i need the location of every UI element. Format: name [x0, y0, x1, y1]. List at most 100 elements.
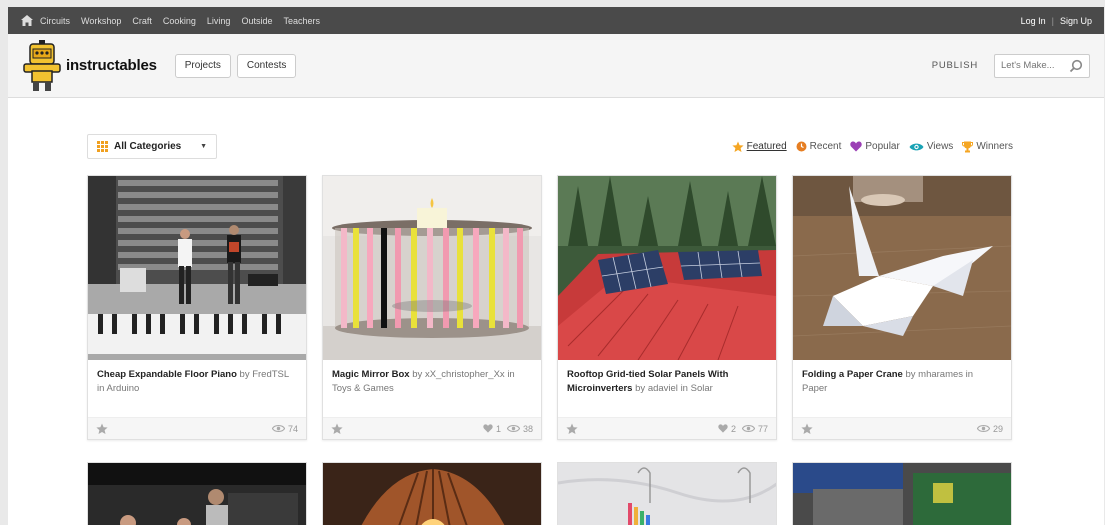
by-label: by — [412, 369, 423, 380]
project-category[interactable]: Arduino — [107, 383, 140, 394]
trophy-icon — [962, 141, 974, 152]
category-label: All Categories — [114, 141, 182, 152]
project-thumbnail[interactable] — [88, 463, 307, 525]
home-icon[interactable] — [20, 14, 34, 28]
project-thumbnail[interactable] — [793, 176, 1011, 360]
project-card[interactable] — [792, 462, 1012, 525]
project-thumbnail[interactable] — [793, 463, 1012, 525]
in-label: in — [965, 369, 974, 380]
project-author[interactable]: xX_christopher_Xx — [425, 369, 505, 380]
nav-teachers[interactable]: Teachers — [283, 16, 320, 26]
project-info: Cheap Expandable Floor Piano by FredTSL … — [88, 360, 306, 419]
heart-icon — [483, 424, 493, 433]
search-input[interactable] — [1001, 60, 1065, 71]
nav-cooking[interactable]: Cooking — [163, 16, 196, 26]
nav-outside[interactable]: Outside — [241, 16, 272, 26]
publish-link[interactable]: PUBLISH — [932, 60, 978, 71]
filter-bar: All Categories ▼ Featured Recent Popular… — [87, 134, 1013, 159]
eye-icon — [909, 143, 924, 150]
views-stat: 29 — [976, 424, 1003, 434]
heart-icon — [850, 141, 863, 152]
project-stats: 1 38 — [483, 424, 533, 434]
sort-views[interactable]: Views — [909, 141, 953, 152]
project-footer: 29 — [793, 417, 1011, 439]
project-card[interactable]: Cheap Expandable Floor Piano by FredTSL … — [87, 175, 307, 440]
sort-label: Recent — [809, 141, 842, 152]
likes-count: 2 — [730, 423, 736, 434]
project-thumbnail[interactable] — [88, 176, 306, 360]
eye-icon — [976, 425, 990, 432]
project-author[interactable]: adaviel — [648, 383, 678, 394]
nav-living[interactable]: Living — [207, 16, 231, 26]
sort-featured[interactable]: Featured — [732, 141, 787, 153]
page-frame: Circuits Workshop Craft Cooking Living O… — [8, 7, 1104, 525]
project-title[interactable]: Folding a Paper Crane — [802, 369, 903, 380]
star-icon — [732, 141, 744, 152]
project-title[interactable]: Cheap Expandable Floor Piano — [97, 369, 237, 380]
project-info: Rooftop Grid-tied Solar Panels With Micr… — [558, 360, 776, 419]
project-card[interactable]: Rooftop Grid-tied Solar Panels With Micr… — [557, 175, 777, 440]
views-count: 74 — [287, 423, 298, 434]
by-label: by — [905, 369, 916, 380]
eye-icon — [506, 425, 520, 432]
project-thumbnail[interactable] — [558, 463, 777, 525]
views-count: 77 — [757, 423, 768, 434]
contests-button[interactable]: Contests — [236, 53, 297, 78]
clock-icon — [796, 141, 807, 152]
project-author[interactable]: mharames — [918, 369, 963, 380]
nav-workshop[interactable]: Workshop — [81, 16, 121, 26]
project-thumbnail[interactable] — [323, 463, 542, 525]
nav-craft[interactable]: Craft — [132, 16, 152, 26]
search-icon[interactable] — [1069, 59, 1083, 73]
project-card[interactable]: Folding a Paper Crane by mharames in Pap… — [792, 175, 1012, 440]
signup-link[interactable]: Sign Up — [1060, 16, 1092, 26]
category-dropdown[interactable]: All Categories ▼ — [87, 134, 217, 159]
project-card[interactable] — [557, 462, 777, 525]
caret-down-icon: ▼ — [200, 143, 207, 150]
project-thumbnail[interactable] — [323, 176, 541, 360]
eye-icon — [741, 425, 755, 432]
heart-icon — [718, 424, 728, 433]
project-thumbnail[interactable] — [558, 176, 776, 360]
projects-button[interactable]: Projects — [174, 53, 231, 78]
project-category[interactable]: Paper — [802, 383, 827, 394]
search-box — [994, 53, 1090, 78]
site-brand[interactable]: instructables — [66, 57, 157, 74]
grid-icon — [97, 141, 108, 152]
project-info: Folding a Paper Crane by mharames in Pap… — [793, 360, 1011, 419]
project-stats: 2 77 — [718, 424, 768, 434]
project-title[interactable]: Magic Mirror Box — [332, 369, 410, 380]
views-count: 38 — [522, 423, 533, 434]
project-category[interactable]: Solar — [691, 383, 713, 394]
sort-popular[interactable]: Popular — [850, 141, 900, 152]
project-category[interactable]: Toys & Games — [332, 383, 394, 394]
sort-label: Featured — [746, 141, 787, 152]
project-info: Magic Mirror Box by xX_christopher_Xx in… — [323, 360, 541, 419]
in-label: in — [507, 369, 515, 380]
login-link[interactable]: Log In — [1021, 16, 1046, 26]
views-stat: 74 — [271, 423, 298, 434]
nav-circuits[interactable]: Circuits — [40, 16, 70, 26]
favorite-star-icon[interactable] — [801, 423, 813, 435]
robot-logo-icon[interactable] — [22, 39, 62, 92]
project-footer: 74 — [88, 417, 306, 439]
views-stat: 38 — [506, 423, 533, 434]
project-footer: 1 38 — [323, 417, 541, 439]
sort-recent[interactable]: Recent — [796, 141, 842, 152]
in-label: in — [97, 383, 105, 394]
favorite-star-icon[interactable] — [566, 423, 578, 435]
likes-count: 1 — [495, 423, 501, 434]
project-card[interactable] — [87, 462, 307, 525]
by-label: by — [239, 369, 250, 380]
project-card[interactable] — [322, 462, 542, 525]
favorite-star-icon[interactable] — [96, 423, 108, 435]
favorite-star-icon[interactable] — [331, 423, 343, 435]
likes-stat: 1 — [483, 424, 501, 434]
views-stat: 77 — [741, 423, 768, 434]
project-author[interactable]: FredTSL — [252, 369, 289, 380]
project-card[interactable]: Magic Mirror Box by xX_christopher_Xx in… — [322, 175, 542, 440]
project-footer: 2 77 — [558, 417, 776, 439]
auth-links: Log In | Sign Up — [1021, 16, 1092, 26]
site-header: instructables Projects Contests PUBLISH — [8, 34, 1104, 98]
sort-winners[interactable]: Winners — [962, 141, 1013, 153]
